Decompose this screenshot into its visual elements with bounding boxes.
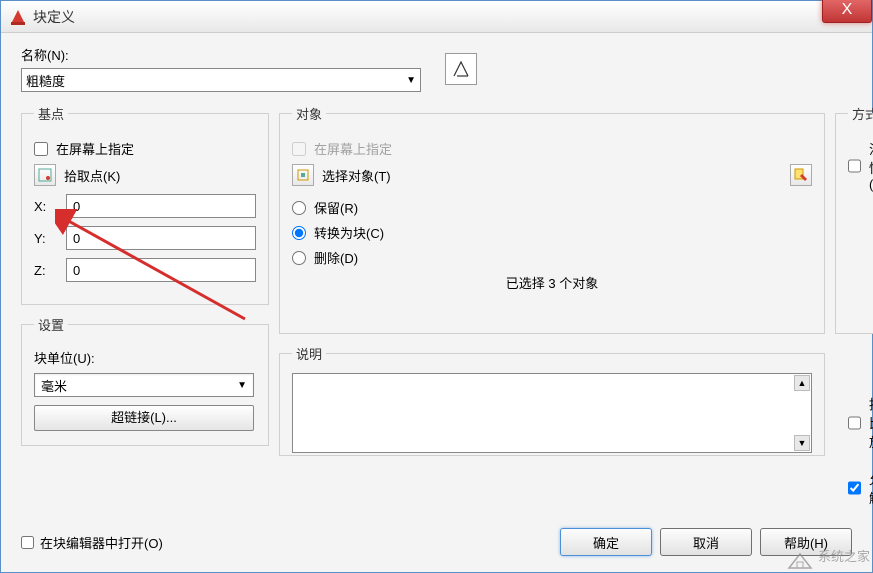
dialog-footer: 在块编辑器中打开(O) 确定 取消 帮助(H) bbox=[21, 528, 852, 556]
x-input[interactable] bbox=[66, 194, 256, 218]
objects-group: 对象 在屏幕上指定 选择对象(T) bbox=[279, 104, 825, 334]
ok-button[interactable]: 确定 bbox=[560, 528, 652, 556]
block-definition-dialog: 块定义 X 名称(N): 粗糙度 ▼ 基点 bbox=[0, 0, 873, 573]
annotative-label: 注释性(A) bbox=[869, 139, 873, 192]
z-label: Z: bbox=[34, 263, 58, 278]
open-in-editor-checkbox[interactable] bbox=[21, 536, 34, 549]
help-button[interactable]: 帮助(H) bbox=[760, 528, 852, 556]
quick-select-button[interactable] bbox=[790, 164, 812, 186]
settings-legend: 设置 bbox=[34, 315, 68, 334]
name-value: 粗糙度 bbox=[26, 71, 65, 90]
y-input[interactable] bbox=[66, 226, 256, 250]
name-label: 名称(N): bbox=[21, 45, 421, 64]
basepoint-legend: 基点 bbox=[34, 104, 68, 123]
selection-status: 已选择 3 个对象 bbox=[292, 273, 812, 292]
delete-radio[interactable] bbox=[292, 251, 306, 265]
pick-point-button[interactable] bbox=[34, 164, 56, 186]
select-objects-label: 选择对象(T) bbox=[322, 166, 391, 185]
cancel-button[interactable]: 取消 bbox=[660, 528, 752, 556]
allow-explode-checkbox[interactable] bbox=[848, 481, 861, 495]
textarea-scrollbar[interactable]: ▲ ▼ bbox=[794, 375, 810, 451]
scale-uniform-label: 按统一比例缩放(S) bbox=[869, 394, 873, 451]
description-group: 说明 ▲ ▼ bbox=[279, 344, 825, 456]
convert-radio[interactable] bbox=[292, 226, 306, 240]
name-row: 名称(N): 粗糙度 ▼ bbox=[21, 45, 852, 92]
basepoint-specify-onscreen-label: 在屏幕上指定 bbox=[56, 139, 134, 158]
pick-point-label: 拾取点(K) bbox=[64, 166, 120, 185]
units-label: 块单位(U): bbox=[34, 351, 95, 366]
scroll-down-icon[interactable]: ▼ bbox=[794, 435, 810, 451]
settings-group: 设置 块单位(U): 毫米 ▼ 超链接(L)... bbox=[21, 315, 269, 446]
delete-label: 删除(D) bbox=[314, 248, 358, 267]
select-objects-button[interactable] bbox=[292, 164, 314, 186]
window-title: 块定义 bbox=[33, 7, 75, 27]
dialog-content: 名称(N): 粗糙度 ▼ 基点 在屏幕上指定 bbox=[1, 33, 872, 572]
basepoint-group: 基点 在屏幕上指定 拾取点(K) X: bbox=[21, 104, 269, 305]
objects-legend: 对象 bbox=[292, 104, 326, 123]
basepoint-specify-onscreen-checkbox[interactable] bbox=[34, 142, 48, 156]
titlebar: 块定义 X bbox=[1, 1, 872, 33]
app-icon bbox=[9, 8, 27, 26]
scale-uniform-checkbox[interactable] bbox=[848, 416, 861, 430]
description-textarea[interactable] bbox=[292, 373, 812, 453]
y-label: Y: bbox=[34, 231, 58, 246]
block-preview bbox=[445, 53, 477, 85]
behavior-group: 方式 注释性(A) i 使块方向与布局匹配(M) 按统一比例缩放(S) bbox=[835, 104, 873, 334]
allow-explode-label: 允许分解(P) bbox=[869, 469, 873, 507]
close-button[interactable]: X bbox=[822, 0, 872, 23]
units-value: 毫米 bbox=[41, 376, 67, 395]
objects-specify-onscreen-label: 在屏幕上指定 bbox=[314, 139, 392, 158]
name-combobox[interactable]: 粗糙度 ▼ bbox=[21, 68, 421, 92]
objects-specify-onscreen-checkbox bbox=[292, 142, 306, 156]
convert-label: 转换为块(C) bbox=[314, 223, 384, 242]
retain-radio[interactable] bbox=[292, 201, 306, 215]
behavior-legend: 方式 bbox=[848, 104, 873, 123]
chevron-down-icon: ▼ bbox=[406, 75, 416, 86]
annotative-checkbox[interactable] bbox=[848, 159, 861, 173]
x-label: X: bbox=[34, 199, 58, 214]
retain-label: 保留(R) bbox=[314, 198, 358, 217]
open-in-editor-label: 在块编辑器中打开(O) bbox=[40, 533, 163, 552]
description-legend: 说明 bbox=[292, 344, 326, 363]
hyperlink-button[interactable]: 超链接(L)... bbox=[34, 405, 254, 431]
scroll-up-icon[interactable]: ▲ bbox=[794, 375, 810, 391]
chevron-down-icon: ▼ bbox=[237, 380, 247, 391]
units-select[interactable]: 毫米 ▼ bbox=[34, 373, 254, 397]
z-input[interactable] bbox=[66, 258, 256, 282]
